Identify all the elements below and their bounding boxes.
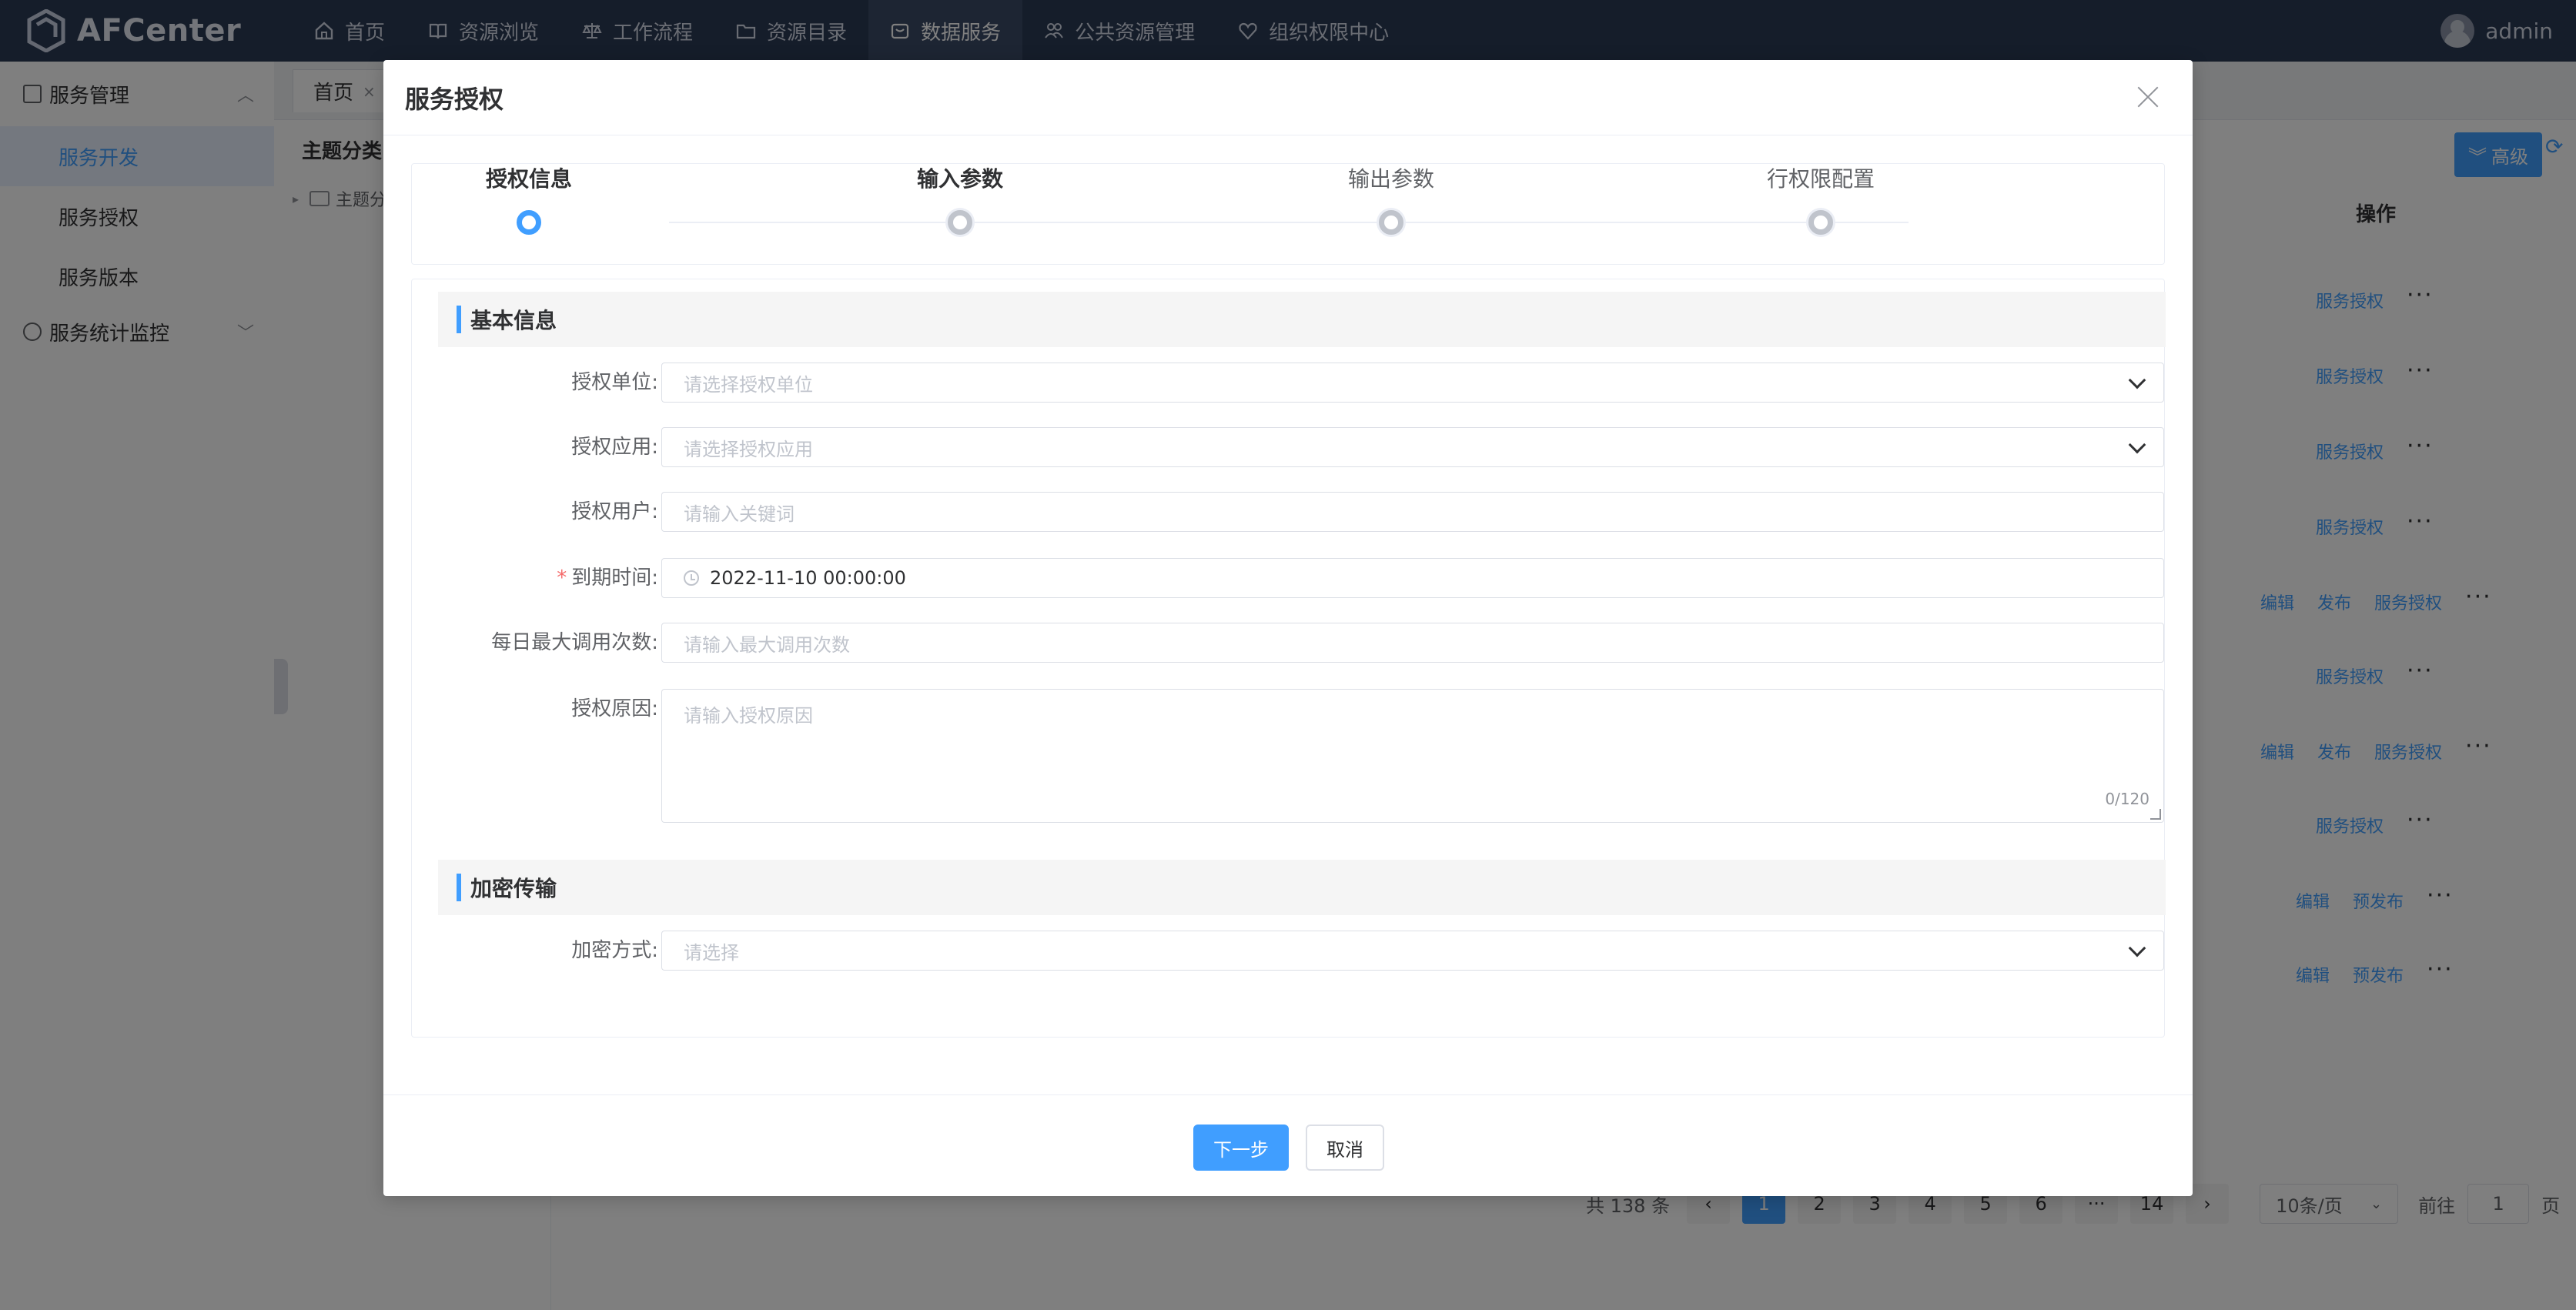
field-label-text: 到期时间:	[571, 566, 658, 590]
field-label: * 到期时间:	[557, 558, 658, 598]
section-accent-bar	[457, 306, 461, 333]
step-auth-info[interactable]: 授权信息	[413, 164, 644, 235]
field-label: 授权单位:	[571, 371, 658, 394]
field-encrypt-method: 加密方式: 请选择	[412, 931, 2166, 971]
expire-value: 2022-11-10 00:00:00	[710, 567, 906, 589]
chevron-down-icon	[2128, 436, 2146, 454]
clock-icon	[684, 570, 699, 586]
step-dot	[948, 210, 972, 235]
step-label: 行权限配置	[1766, 166, 1875, 192]
next-step-button[interactable]: 下一步	[1193, 1125, 1289, 1171]
auth-form: 基本信息 授权单位: 请选择授权单位 授权应用: 请选择授权应用 授权用户: 请…	[411, 279, 2166, 1038]
placeholder: 请输入最大调用次数	[684, 633, 850, 656]
step-dot-active	[517, 210, 541, 235]
section-title: 基本信息	[470, 308, 557, 333]
field-max-calls: 每日最大调用次数: 请输入最大调用次数	[412, 623, 2166, 663]
placeholder: 请输入授权原因	[684, 705, 813, 727]
placeholder: 请输入关键词	[684, 503, 795, 525]
field-label: 加密方式:	[571, 939, 658, 962]
step-row-permission[interactable]: 行权限配置	[1705, 164, 1936, 235]
step-label: 输入参数	[916, 166, 1003, 192]
step-dot	[1808, 210, 1833, 235]
step-output-params[interactable]: 输出参数	[1276, 164, 1507, 235]
field-auth-unit: 授权单位: 请选择授权单位	[412, 363, 2166, 403]
cancel-button[interactable]: 取消	[1306, 1125, 1384, 1171]
placeholder: 请选择	[684, 941, 739, 964]
auth-app-select[interactable]: 请选择授权应用	[661, 427, 2164, 467]
field-auth-user: 授权用户: 请输入关键词	[412, 492, 2166, 532]
dialog-title: 服务授权	[405, 84, 504, 114]
char-counter: 0/120	[2105, 790, 2149, 808]
field-label: 授权用户:	[571, 500, 658, 523]
close-icon[interactable]	[2134, 83, 2162, 111]
field-label: 授权应用:	[571, 436, 658, 459]
field-expire-time: * 到期时间: 2022-11-10 00:00:00	[412, 558, 2166, 598]
expire-datetime-picker[interactable]: 2022-11-10 00:00:00	[661, 558, 2164, 598]
placeholder: 请选择授权单位	[684, 373, 813, 396]
steps-connector	[669, 222, 1909, 223]
field-auth-app: 授权应用: 请选择授权应用	[412, 427, 2166, 467]
auth-user-input[interactable]: 请输入关键词	[661, 492, 2164, 532]
encrypt-method-select[interactable]: 请选择	[661, 931, 2164, 971]
dialog-header: 服务授权	[383, 60, 2193, 135]
section-title: 加密传输	[470, 876, 557, 901]
service-auth-dialog: 服务授权 授权信息 输入参数 输出参数 行权限配置 基本信息 授权单位: 请选择…	[383, 60, 2193, 1196]
step-dot	[1379, 210, 1403, 235]
max-calls-input[interactable]: 请输入最大调用次数	[661, 623, 2164, 663]
auth-unit-select[interactable]: 请选择授权单位	[661, 363, 2164, 403]
field-label: 每日最大调用次数:	[491, 631, 658, 654]
field-label: 授权原因:	[571, 697, 658, 720]
chevron-down-icon	[2128, 939, 2146, 957]
step-label: 授权信息	[485, 166, 572, 192]
step-label: 输出参数	[1347, 166, 1434, 192]
step-input-params[interactable]: 输入参数	[845, 164, 1076, 235]
chevron-down-icon	[2128, 371, 2146, 389]
steps: 授权信息 输入参数 输出参数 行权限配置	[411, 163, 2165, 265]
section-accent-bar	[457, 874, 461, 901]
section-basic-info: 基本信息	[438, 292, 2166, 347]
placeholder: 请选择授权应用	[684, 438, 813, 460]
dialog-footer: 下一步 取消	[383, 1094, 2193, 1196]
field-auth-reason: 授权原因: 请输入授权原因 0/120	[412, 689, 2166, 823]
section-encrypt: 加密传输	[438, 860, 2166, 915]
auth-reason-textarea[interactable]: 请输入授权原因 0/120	[661, 689, 2164, 823]
required-mark: *	[557, 566, 567, 590]
resize-handle-icon[interactable]	[2150, 809, 2161, 820]
